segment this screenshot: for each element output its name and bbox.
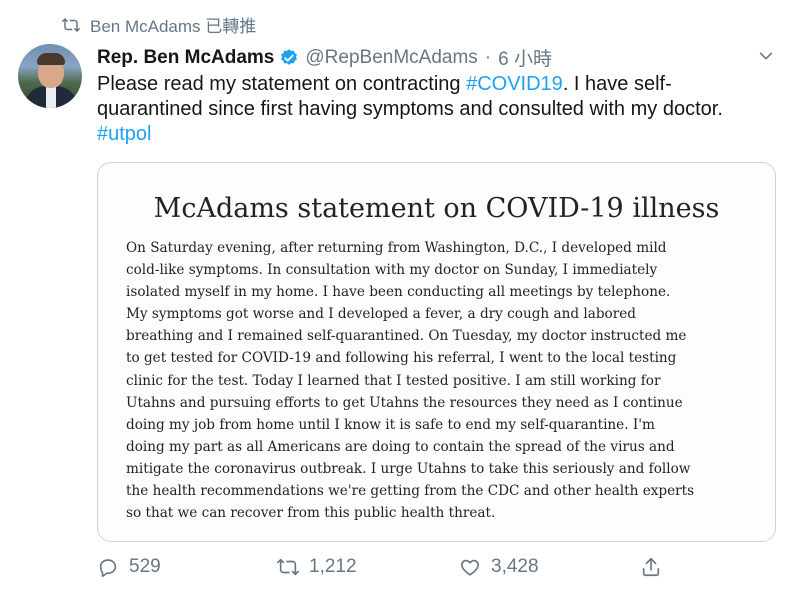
separator-dot: ·: [484, 46, 492, 68]
retweet-label: Ben McAdams 已轉推: [90, 17, 257, 36]
statement-image-card[interactable]: McAdams statement on COVID-19 illness On…: [97, 162, 776, 542]
statement-line: doing my job from home until I know it i…: [126, 416, 655, 433]
verified-badge-icon: [281, 48, 298, 65]
like-count: 3,428: [491, 556, 539, 577]
timestamp[interactable]: 6 小時: [498, 44, 552, 71]
statement-line: Utahns and pursuing efforts to get Utahn…: [126, 394, 683, 411]
retweet-button[interactable]: 1,212: [277, 556, 357, 578]
avatar-shirt: [46, 86, 56, 108]
statement-line: doing my part as all Americans are doing…: [126, 438, 675, 455]
tweet-header: Rep. Ben McAdams @RepBenMcAdams · 6 小時: [97, 44, 770, 71]
display-name[interactable]: Rep. Ben McAdams: [97, 47, 274, 69]
statement-line: mitigate the coronavirus outbreak. I urg…: [126, 460, 691, 477]
hashtag-utpol[interactable]: #utpol: [97, 123, 152, 145]
avatar-hair: [37, 53, 65, 65]
reply-icon: [99, 559, 117, 577]
statement-line: to get tested for COVID-19 and following…: [126, 350, 677, 367]
reply-count: 529: [129, 556, 161, 577]
chevron-down-icon[interactable]: [758, 48, 774, 64]
share-button[interactable]: [640, 556, 662, 578]
statement-line: so that we can recover from this public …: [126, 505, 496, 522]
tweet-text-part1: Please read my statement on contracting: [97, 73, 467, 95]
statement-line: the health recommendations we're getting…: [126, 483, 695, 500]
avatar[interactable]: [18, 44, 82, 108]
statement-title: McAdams statement on COVID-19 illness: [153, 193, 720, 224]
hashtag-covid19[interactable]: #COVID19: [466, 73, 563, 95]
retweet-context[interactable]: Ben McAdams 已轉推: [62, 12, 256, 37]
user-handle[interactable]: @RepBenMcAdams: [305, 47, 477, 69]
statement-line: My symptoms got worse and I developed a …: [126, 306, 636, 323]
retweet-icon: [62, 17, 80, 32]
statement-line: breathing and I remained self-quarantine…: [126, 328, 687, 345]
statement-line: cold-like symptoms. In consultation with…: [126, 262, 658, 279]
statement-body: On Saturday evening, after returning fro…: [126, 237, 756, 524]
statement-line: On Saturday evening, after returning fro…: [126, 240, 667, 256]
statement-line: clinic for the test. Today I learned tha…: [126, 372, 661, 389]
reply-button[interactable]: 529: [97, 556, 161, 578]
retweet-count: 1,212: [309, 556, 357, 577]
retweet-icon: [277, 558, 299, 576]
like-icon: [461, 559, 479, 576]
like-button[interactable]: 3,428: [459, 556, 539, 578]
statement-line: isolated myself in my home. I have been …: [126, 284, 671, 301]
tweet-actions: 529 1,212 3,428: [97, 556, 677, 584]
tweet-text: Please read my statement on contracting …: [97, 72, 777, 147]
share-icon: [642, 557, 660, 577]
